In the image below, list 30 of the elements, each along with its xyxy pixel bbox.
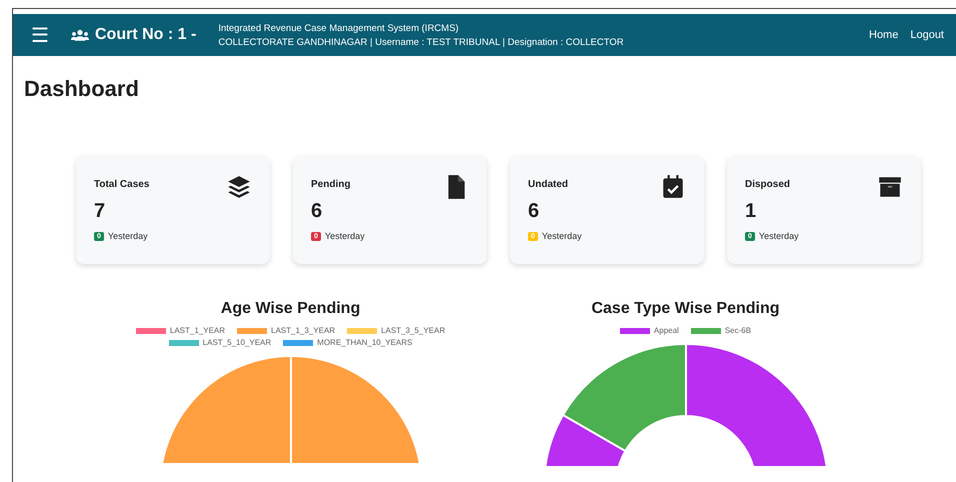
card-title: Total Cases: [94, 179, 150, 190]
legend-label: Appeal: [654, 326, 679, 335]
chart-title: Age Wise Pending: [220, 300, 360, 318]
menu-button[interactable]: ☰: [31, 22, 49, 48]
system-title: Integrated Revenue Case Management System (IRCMS): [218, 22, 460, 34]
card-title: Undated: [528, 179, 568, 190]
legend-label: MORE_THAN_10_YEARS: [317, 338, 412, 347]
card-title: Disposed: [745, 179, 790, 190]
card-note: Yesterday: [108, 231, 148, 241]
card-value: 1: [745, 200, 758, 223]
legend-label: LAST_1_YEAR: [170, 326, 226, 335]
court-selector[interactable]: Court No : 1 -: [71, 26, 196, 44]
legend-label: Sec-6B: [724, 326, 752, 335]
card-note: Yesterday: [324, 231, 365, 241]
card-value: 6: [311, 200, 324, 223]
chart-title: Case Type Wise Pending: [591, 300, 780, 318]
page-title: Dashboard: [24, 76, 140, 102]
card-note: Yesterday: [542, 231, 582, 241]
nav-link[interactable]: Home: [869, 29, 898, 41]
legend-label: LAST_1_3_YEAR: [271, 326, 336, 335]
layers-icon: [226, 174, 252, 200]
card-title: Pending: [311, 179, 350, 190]
legend-label: LAST_3_5_YEAR: [381, 326, 446, 335]
nav-link[interactable]: Logout: [910, 29, 944, 41]
card-value: 6: [528, 200, 540, 223]
legend-label: LAST_5_10_YEAR: [202, 338, 272, 347]
user-info: COLLECTORATE GANDHINAGAR | Username : TEST TRIBUNAL | Designation : COLLECTOR: [218, 36, 625, 48]
card-note: Yesterday: [758, 231, 799, 241]
users-icon: [71, 28, 89, 42]
card-value: 7: [94, 200, 106, 223]
